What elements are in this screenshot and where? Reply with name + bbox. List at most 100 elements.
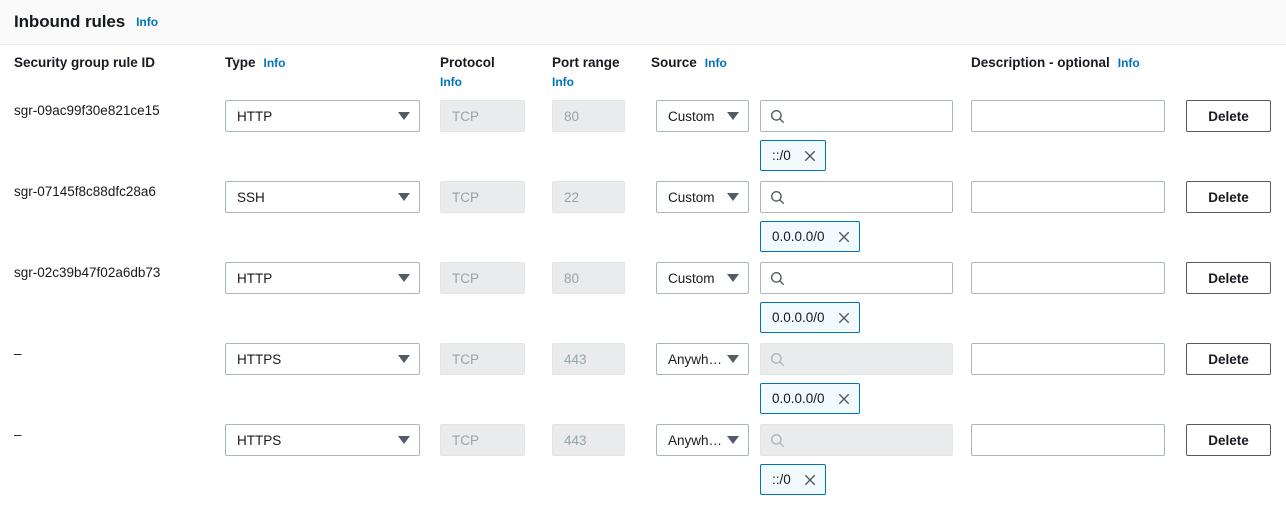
table-row: – HTTPS TCP 443 Anywh…: [0, 414, 1286, 495]
source-token-label: 0.0.0.0/0: [772, 310, 825, 325]
column-header-port-range-label: Port range: [552, 55, 620, 70]
search-icon: [770, 352, 785, 366]
search-icon: [770, 109, 785, 123]
cell-protocol: TCP: [440, 100, 525, 132]
source-type-select-value: Anywh…: [668, 432, 723, 448]
type-select-value: SSH: [237, 189, 265, 205]
source-token-chip: 0.0.0.0/0: [760, 302, 860, 333]
source-type-select[interactable]: Anywh…: [656, 343, 749, 375]
cell-source: Anywh… ::/0: [656, 424, 953, 495]
cell-delete: Delete: [1186, 181, 1271, 213]
cell-delete: Delete: [1186, 262, 1271, 294]
cell-source: Custom ::/0: [656, 100, 953, 171]
chevron-down-icon: [727, 274, 739, 282]
cell-rule-id: –: [14, 346, 214, 361]
rule-id-text: –: [14, 346, 22, 361]
column-header-type-label: Type: [225, 55, 256, 70]
cell-delete: Delete: [1186, 343, 1271, 375]
cell-type: HTTPS: [225, 343, 420, 375]
description-input[interactable]: [971, 181, 1165, 213]
source-type-select[interactable]: Custom: [656, 100, 749, 132]
source-info-link[interactable]: Info: [705, 56, 727, 70]
table-row: sgr-07145f8c88dfc28a6 SSH TCP 22 Custom: [0, 171, 1286, 252]
table-row: sgr-02c39b47f02a6db73 HTTP TCP 80 Custom: [0, 252, 1286, 333]
source-token-label: 0.0.0.0/0: [772, 391, 825, 406]
description-input[interactable]: [971, 262, 1165, 294]
remove-source-token-button[interactable]: [837, 311, 851, 325]
close-icon: [838, 393, 849, 404]
protocol-value: TCP: [440, 343, 525, 375]
delete-rule-button[interactable]: Delete: [1186, 343, 1271, 375]
source-search-input[interactable]: [760, 100, 953, 132]
description-input[interactable]: [971, 100, 1165, 132]
source-search-input[interactable]: [760, 262, 953, 294]
protocol-value: TCP: [440, 181, 525, 213]
cell-delete: Delete: [1186, 100, 1271, 132]
protocol-value: TCP: [440, 100, 525, 132]
protocol-value: TCP: [440, 424, 525, 456]
type-select[interactable]: HTTPS: [225, 343, 420, 375]
port-range-value: 80: [552, 100, 625, 132]
cell-source: Anywh… 0.0.0.0/0: [656, 343, 953, 414]
type-info-link[interactable]: Info: [264, 56, 286, 70]
chevron-down-icon: [398, 355, 410, 363]
delete-rule-button[interactable]: Delete: [1186, 181, 1271, 213]
delete-rule-button[interactable]: Delete: [1186, 262, 1271, 294]
source-token-chip: 0.0.0.0/0: [760, 221, 860, 252]
description-info-link[interactable]: Info: [1118, 56, 1140, 70]
cell-source: Custom 0.0.0.0/0: [656, 181, 953, 252]
source-token-label: ::/0: [772, 148, 791, 163]
source-search-input[interactable]: [760, 181, 953, 213]
cell-type: HTTP: [225, 262, 420, 294]
rule-id-text: sgr-09ac99f30e821ce15: [14, 103, 160, 118]
cell-delete: Delete: [1186, 424, 1271, 456]
type-select[interactable]: HTTP: [225, 262, 420, 294]
source-type-select[interactable]: Anywh…: [656, 424, 749, 456]
port-range-value: 443: [552, 424, 625, 456]
remove-source-token-button[interactable]: [803, 149, 817, 163]
chevron-down-icon: [727, 436, 739, 444]
protocol-info-link[interactable]: Info: [440, 75, 495, 90]
type-select[interactable]: SSH: [225, 181, 420, 213]
column-header-rule-id: Security group rule ID: [14, 55, 155, 70]
source-token-chip: ::/0: [760, 140, 826, 171]
remove-source-token-button[interactable]: [803, 473, 817, 487]
source-type-select-value: Anywh…: [668, 351, 723, 367]
chevron-down-icon: [727, 355, 739, 363]
port-range-value: 443: [552, 343, 625, 375]
search-icon: [770, 190, 785, 204]
description-input[interactable]: [971, 424, 1165, 456]
source-search-input: [760, 424, 953, 456]
cell-description: [971, 100, 1165, 132]
chevron-down-icon: [727, 193, 739, 201]
cell-port-range: 443: [552, 343, 625, 375]
type-select-value: HTTP: [237, 108, 273, 124]
close-icon: [804, 150, 815, 161]
table-row: – HTTPS TCP 443 Anywh…: [0, 333, 1286, 414]
source-token-chip: ::/0: [760, 464, 826, 495]
port-range-info-link[interactable]: Info: [552, 75, 620, 90]
type-select[interactable]: HTTPS: [225, 424, 420, 456]
page-title: Inbound rules: [14, 12, 126, 31]
remove-source-token-button[interactable]: [837, 392, 851, 406]
cell-port-range: 443: [552, 424, 625, 456]
inbound-rules-info-link[interactable]: Info: [136, 15, 158, 29]
cell-type: SSH: [225, 181, 420, 213]
delete-rule-button[interactable]: Delete: [1186, 424, 1271, 456]
cell-port-range: 80: [552, 100, 625, 132]
cell-description: [971, 181, 1165, 213]
column-header-source-label: Source: [651, 55, 697, 70]
type-select[interactable]: HTTP: [225, 100, 420, 132]
description-input[interactable]: [971, 343, 1165, 375]
delete-rule-button[interactable]: Delete: [1186, 100, 1271, 132]
remove-source-token-button[interactable]: [837, 230, 851, 244]
source-type-select[interactable]: Custom: [656, 262, 749, 294]
type-select-value: HTTP: [237, 270, 273, 286]
cell-port-range: 80: [552, 262, 625, 294]
source-token-label: 0.0.0.0/0: [772, 229, 825, 244]
column-header-protocol: Protocol Info: [440, 55, 495, 90]
source-type-select[interactable]: Custom: [656, 181, 749, 213]
cell-description: [971, 343, 1165, 375]
protocol-value: TCP: [440, 262, 525, 294]
rule-id-text: sgr-07145f8c88dfc28a6: [14, 184, 156, 199]
